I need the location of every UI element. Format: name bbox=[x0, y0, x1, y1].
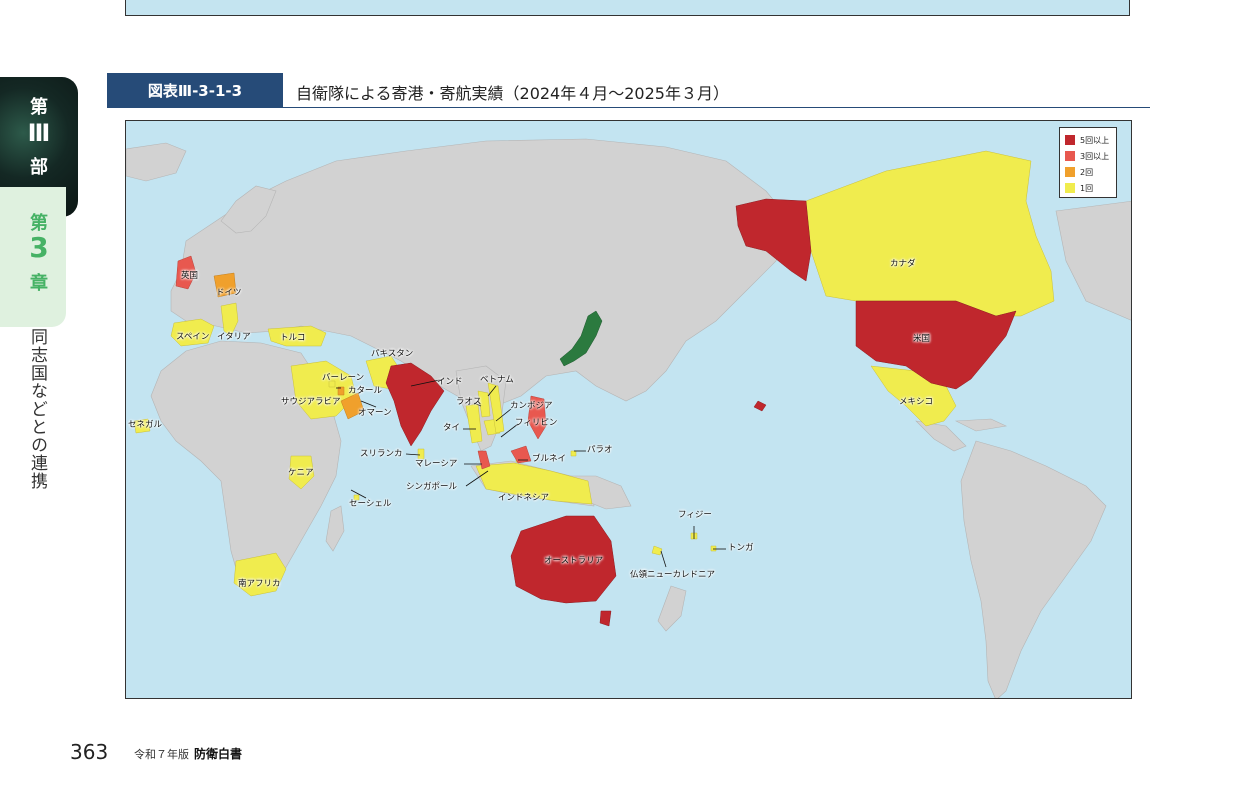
label-pakistan: パキスタン bbox=[371, 349, 414, 359]
label-seychelles: セーシェル bbox=[349, 499, 392, 509]
label-singapore: シンガポール bbox=[406, 482, 458, 492]
legend-label: 3回以上 bbox=[1080, 151, 1110, 161]
page-number: 363 bbox=[70, 740, 109, 764]
palau-region bbox=[570, 450, 577, 457]
figure-badge: 図表Ⅲ-3-1-3 bbox=[107, 73, 283, 108]
label-cambodia: カンボジア bbox=[510, 401, 553, 411]
label-malaysia: マレーシア bbox=[415, 459, 458, 469]
chapter-side-tab: 第 Ⅲ 部 第 3 章 bbox=[0, 77, 78, 327]
sri-lanka-region bbox=[417, 448, 425, 460]
world-map: 英国 ドイツ スペイン イタリア トルコ パキスタン バーレーン カタール サウ… bbox=[125, 120, 1132, 699]
label-bahrain: バーレーン bbox=[322, 373, 365, 383]
label-south-africa: 南アフリカ bbox=[238, 579, 281, 589]
footer-edition-year: 令和７年版 bbox=[134, 748, 189, 761]
madagascar bbox=[325, 505, 345, 552]
part-prefix: 第 bbox=[30, 97, 48, 118]
label-germany: ドイツ bbox=[216, 288, 242, 298]
legend-item: 5回以上 bbox=[1065, 132, 1111, 148]
figure-header-rule bbox=[107, 107, 1150, 108]
label-canada: カナダ bbox=[890, 259, 916, 269]
legend-label: 1回 bbox=[1080, 183, 1094, 193]
label-indonesia: インドネシア bbox=[498, 493, 550, 503]
label-italy: イタリア bbox=[217, 332, 251, 342]
part-suffix: 部 bbox=[30, 157, 48, 178]
canada-region bbox=[805, 150, 1055, 317]
legend-swatch bbox=[1065, 167, 1075, 177]
label-thailand: タイ bbox=[443, 423, 461, 433]
label-fiji: フィジー bbox=[678, 510, 712, 520]
greenland-east bbox=[1055, 200, 1131, 321]
label-turkey: トルコ bbox=[280, 333, 306, 343]
map-canvas bbox=[126, 138, 1131, 698]
leader-oman bbox=[360, 400, 377, 408]
footer-book-title: 防衛白書 bbox=[194, 747, 243, 761]
legend-item: 3回以上 bbox=[1065, 148, 1111, 164]
label-india: インド bbox=[437, 377, 463, 387]
label-saudi: サウジアラビア bbox=[281, 397, 341, 407]
greenland-west bbox=[126, 142, 187, 182]
central-america bbox=[915, 420, 967, 452]
label-oman: オマーン bbox=[358, 408, 392, 418]
legend-swatch bbox=[1065, 151, 1075, 161]
label-kenya: ケニア bbox=[288, 468, 314, 478]
new-caledonia-region bbox=[651, 545, 663, 556]
leader-new-caledonia bbox=[660, 550, 667, 568]
label-usa: 米国 bbox=[913, 334, 931, 344]
chapter-suffix: 章 bbox=[30, 273, 48, 294]
legend-item: 1回 bbox=[1065, 180, 1111, 196]
label-philippines: フィリピン bbox=[515, 418, 558, 428]
label-laos: ラオス bbox=[456, 397, 482, 407]
label-australia: オーストラリア bbox=[544, 556, 604, 566]
label-qatar: カタール bbox=[348, 386, 383, 396]
chapter-number: 3 bbox=[29, 231, 49, 264]
label-tonga: トンガ bbox=[728, 543, 754, 553]
legend-item: 2回 bbox=[1065, 164, 1111, 180]
label-vietnam: ベトナム bbox=[480, 375, 514, 385]
label-palau: パラオ bbox=[587, 445, 613, 455]
legend-label: 2回 bbox=[1080, 167, 1094, 177]
section-title: 同志国などとの連携 bbox=[27, 328, 47, 490]
figure-title: 自衛隊による寄港・寄航実績（2024年４月〜2025年３月） bbox=[296, 84, 729, 103]
label-senegal: セネガル bbox=[128, 420, 163, 430]
previous-figure-edge bbox=[125, 0, 1130, 16]
legend-swatch bbox=[1065, 183, 1075, 193]
caribbean bbox=[954, 418, 1008, 432]
tonga-region bbox=[710, 545, 717, 552]
south-america bbox=[960, 440, 1107, 698]
map-legend: 5回以上 3回以上 2回 1回 bbox=[1059, 127, 1117, 198]
label-mexico: メキシコ bbox=[899, 397, 934, 407]
label-spain: スペイン bbox=[176, 332, 210, 342]
legend-label: 5回以上 bbox=[1080, 135, 1110, 145]
tasmania-region bbox=[599, 610, 612, 627]
label-brunei: ブルネイ bbox=[532, 454, 567, 464]
label-uk: 英国 bbox=[181, 271, 199, 281]
hawaii-region bbox=[753, 400, 767, 412]
label-sri-lanka: スリランカ bbox=[360, 449, 403, 459]
label-new-caledonia: 仏領ニューカレドニア bbox=[630, 570, 716, 580]
legend-swatch bbox=[1065, 135, 1075, 145]
part-number: Ⅲ bbox=[27, 119, 51, 147]
new-zealand bbox=[657, 585, 687, 632]
